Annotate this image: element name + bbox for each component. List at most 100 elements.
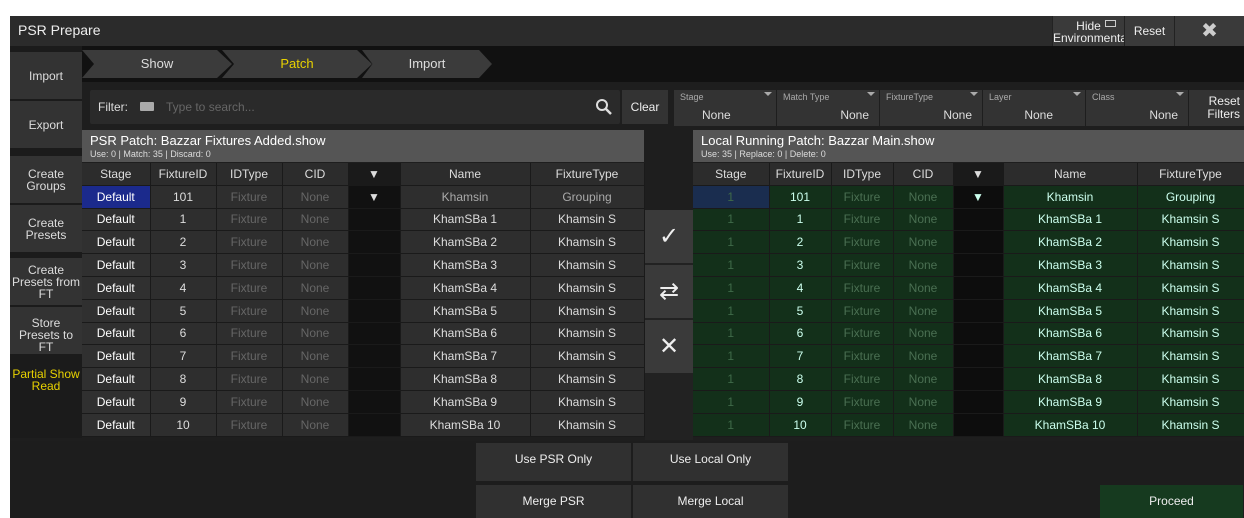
table-cell[interactable]: None [893, 299, 954, 323]
table-cell[interactable] [953, 253, 1004, 277]
table-cell[interactable]: Khamsin S [1137, 208, 1244, 232]
table-cell[interactable]: 7 [150, 344, 217, 369]
class-filter[interactable]: Class None [1086, 90, 1189, 126]
table-cell[interactable]: KhamSBa 9 [400, 390, 531, 414]
table-cell[interactable]: Khamsin S [530, 299, 645, 323]
table-cell[interactable]: Default [82, 344, 151, 369]
table-cell[interactable]: Fixture [831, 413, 894, 437]
table-cell[interactable]: 8 [150, 367, 217, 391]
table-cell[interactable]: 4 [769, 276, 832, 300]
table-row[interactable]: Default 9 Fixture None KhamSBa 9 Khamsin S [82, 390, 645, 414]
merge-psr-button[interactable]: Merge PSR [476, 485, 632, 518]
table-cell[interactable]: 5 [769, 299, 832, 323]
table-cell[interactable] [348, 230, 401, 255]
table-cell[interactable]: 1 [693, 299, 770, 323]
table-row[interactable]: 1 3 Fixture None KhamSBa 3 Khamsin S [693, 253, 1244, 277]
table-cell[interactable]: 8 [769, 367, 832, 391]
table-row[interactable]: 1 101 Fixture None ▼ Khamsin Grouping [693, 185, 1244, 209]
table-cell[interactable]: KhamSBa 3 [400, 253, 531, 277]
table-cell[interactable]: Fixture [216, 367, 283, 391]
column-header[interactable]: FixtureID [150, 163, 217, 186]
table-cell[interactable]: Fixture [216, 413, 283, 437]
table-row[interactable]: Default 1 Fixture None KhamSBa 1 Khamsin S [82, 208, 645, 232]
table-cell[interactable]: 1 [693, 276, 770, 300]
table-cell[interactable]: None [893, 253, 954, 277]
table-cell[interactable] [953, 208, 1004, 232]
table-cell[interactable]: KhamSBa 1 [1003, 208, 1138, 232]
table-cell[interactable]: None [282, 367, 349, 391]
table-cell[interactable]: KhamSBa 5 [400, 299, 531, 323]
table-cell[interactable] [953, 413, 1004, 437]
table-row[interactable]: 1 2 Fixture None KhamSBa 2 Khamsin S [693, 230, 1244, 255]
table-row[interactable]: 1 8 Fixture None KhamSBa 8 Khamsin S [693, 367, 1244, 391]
table-cell[interactable]: Default [82, 276, 151, 300]
table-row[interactable]: Default 101 Fixture None ▼ Khamsin Grouping [82, 185, 645, 209]
table-cell[interactable] [953, 367, 1004, 391]
table-cell[interactable]: 1 [693, 185, 770, 209]
table-cell[interactable] [348, 322, 401, 346]
table-row[interactable]: Default 3 Fixture None KhamSBa 3 Khamsin S [82, 253, 645, 277]
table-cell[interactable]: Khamsin S [530, 344, 645, 369]
table-cell[interactable]: KhamSBa 6 [400, 322, 531, 346]
table-cell[interactable]: 1 [693, 208, 770, 232]
table-cell[interactable]: KhamSBa 1 [400, 208, 531, 232]
table-cell[interactable]: Fixture [831, 390, 894, 414]
table-cell[interactable]: Default [82, 185, 151, 209]
table-cell[interactable]: None [282, 208, 349, 232]
table-cell[interactable]: Fixture [831, 322, 894, 346]
table-cell[interactable]: KhamSBa 10 [1003, 413, 1138, 437]
table-cell[interactable]: Khamsin S [530, 230, 645, 255]
clear-button[interactable]: Clear [622, 90, 668, 124]
table-cell[interactable] [348, 276, 401, 300]
table-cell[interactable]: Khamsin S [1137, 299, 1244, 323]
table-cell[interactable]: Fixture [831, 253, 894, 277]
table-cell[interactable]: None [893, 390, 954, 414]
table-cell[interactable]: KhamSBa 3 [1003, 253, 1138, 277]
table-cell[interactable]: 2 [150, 230, 217, 255]
table-row[interactable]: 1 6 Fixture None KhamSBa 6 Khamsin S [693, 322, 1244, 346]
table-cell[interactable]: Khamsin S [1137, 230, 1244, 255]
check-icon[interactable]: ✓ [645, 210, 693, 264]
table-cell[interactable]: KhamSBa 9 [1003, 390, 1138, 414]
table-cell[interactable]: Fixture [216, 322, 283, 346]
table-cell[interactable] [953, 344, 1004, 369]
table-cell[interactable]: Fixture [831, 208, 894, 232]
table-cell[interactable]: Fixture [831, 230, 894, 255]
table-cell[interactable]: Fixture [831, 344, 894, 369]
table-cell[interactable]: Fixture [216, 390, 283, 414]
column-header[interactable]: FixtureType [1137, 163, 1244, 186]
table-cell[interactable]: None [893, 413, 954, 437]
use-psr-only-button[interactable]: Use PSR Only [476, 443, 632, 481]
table-cell[interactable]: KhamSBa 4 [400, 276, 531, 300]
stage-filter[interactable]: Stage None [674, 90, 777, 126]
table-cell[interactable]: 3 [150, 253, 217, 277]
table-cell[interactable]: KhamSBa 8 [1003, 367, 1138, 391]
keyboard-icon[interactable] [140, 102, 154, 111]
export-button[interactable]: Export [10, 101, 82, 149]
table-cell[interactable]: Fixture [831, 185, 894, 209]
column-header[interactable]: CID [893, 163, 954, 186]
table-cell[interactable]: Fixture [216, 276, 283, 300]
column-header[interactable]: ▼ [953, 163, 1004, 186]
import-button[interactable]: Import [10, 52, 82, 100]
table-cell[interactable]: Grouping [530, 185, 645, 209]
table-cell[interactable]: 7 [769, 344, 832, 369]
table-row[interactable]: 1 10 Fixture None KhamSBa 10 Khamsin S [693, 413, 1244, 437]
table-cell[interactable]: KhamSBa 7 [400, 344, 531, 369]
table-cell[interactable]: None [282, 253, 349, 277]
table-cell[interactable]: 9 [769, 390, 832, 414]
table-row[interactable]: Default 2 Fixture None KhamSBa 2 Khamsin S [82, 230, 645, 255]
table-cell[interactable]: 1 [150, 208, 217, 232]
table-cell[interactable]: 101 [769, 185, 832, 209]
tab-show[interactable]: Show [82, 50, 232, 78]
column-header[interactable]: Stage [82, 163, 151, 186]
column-header[interactable]: ▼ [348, 163, 401, 186]
table-cell[interactable]: 1 [693, 322, 770, 346]
table-cell[interactable]: 9 [150, 390, 217, 414]
table-cell[interactable]: KhamSBa 10 [400, 413, 531, 437]
match-type-filter[interactable]: Match Type None [777, 90, 880, 126]
search-box[interactable]: Filter: Type to search... [90, 90, 620, 124]
table-cell[interactable]: None [282, 390, 349, 414]
table-row[interactable]: 1 1 Fixture None KhamSBa 1 Khamsin S [693, 208, 1244, 232]
table-cell[interactable]: 2 [769, 230, 832, 255]
